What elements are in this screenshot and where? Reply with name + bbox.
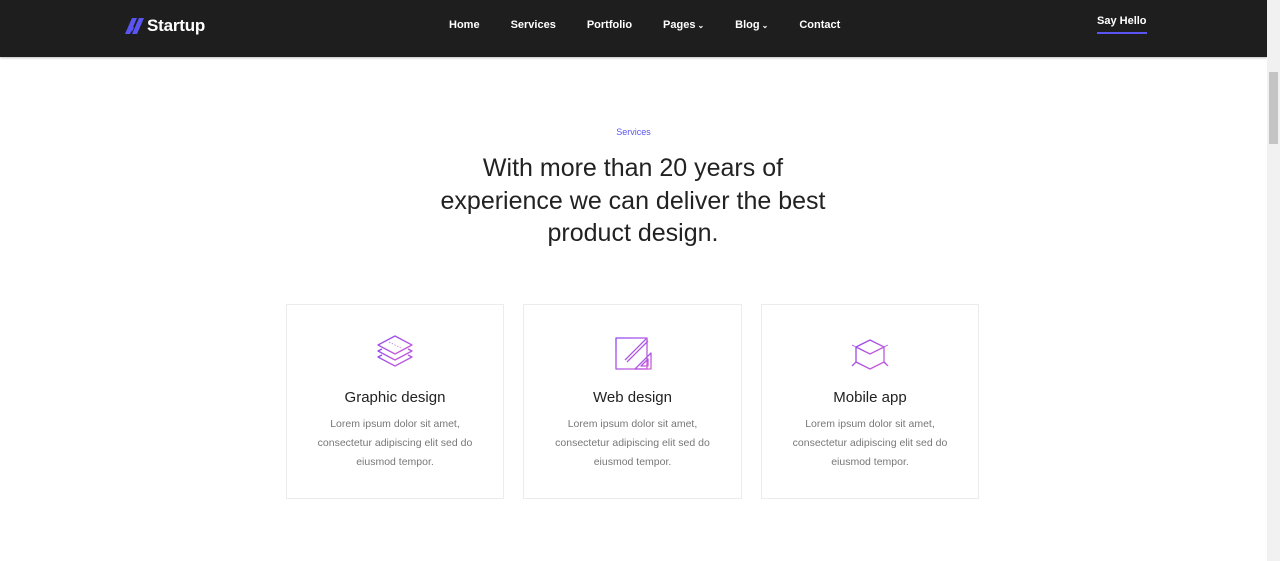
nav-label: Blog: [735, 19, 760, 31]
card-description: Lorem ipsum dolor sit amet, consectetur …: [792, 418, 948, 468]
scrollbar-thumb[interactable]: [1269, 72, 1278, 144]
chevron-down-icon: ⌄: [761, 21, 769, 30]
nav-label: Services: [510, 19, 556, 31]
drafting-icon: [614, 337, 652, 370]
chevron-down-icon: ⌄: [697, 21, 705, 30]
nav-item-contact[interactable]: Contact: [799, 18, 840, 32]
top-navbar: Startup Home Services Portfolio Pages ⌄ …: [0, 0, 1267, 57]
cube-icon: [851, 334, 889, 370]
section-eyebrow: Services: [616, 127, 651, 137]
card-title: Web design: [593, 389, 672, 406]
card-description: Lorem ipsum dolor sit amet, consectetur …: [317, 418, 473, 468]
nav-item-pages[interactable]: Pages ⌄: [663, 18, 704, 32]
brand-logo[interactable]: Startup: [125, 14, 205, 38]
brand-name: Startup: [147, 16, 206, 35]
section-heading: With more than 20 years of experience we…: [440, 154, 826, 247]
card-title: Graphic design: [344, 389, 446, 406]
card-description: Lorem ipsum dolor sit amet, consectetur …: [555, 418, 710, 468]
nav-item-portfolio[interactable]: Portfolio: [587, 18, 632, 32]
nav-label: Home: [449, 19, 480, 31]
service-card-mobile-app: Mobile app Lorem ipsum dolor sit amet, c…: [761, 304, 979, 499]
service-card-graphic-design: Graphic design Lorem ipsum dolor sit ame…: [286, 304, 504, 499]
nav-label: Portfolio: [586, 19, 633, 31]
layers-icon: [377, 335, 413, 367]
nav-item-services[interactable]: Services: [511, 18, 556, 32]
nav-label: Contact: [799, 19, 841, 31]
nav-item-home[interactable]: Home: [449, 18, 480, 32]
page-scrollbar[interactable]: [1267, 0, 1280, 561]
service-card-web-design: Web design Lorem ipsum dolor sit amet, c…: [523, 304, 742, 499]
logo-mark-icon: [125, 18, 144, 34]
nav-item-blog[interactable]: Blog ⌄: [735, 18, 768, 32]
say-hello-button[interactable]: Say Hello: [1097, 15, 1147, 34]
nav-label: Pages: [663, 19, 696, 31]
card-title: Mobile app: [833, 389, 907, 406]
main-nav: Home Services Portfolio Pages ⌄ Blog ⌄ C…: [449, 18, 840, 32]
